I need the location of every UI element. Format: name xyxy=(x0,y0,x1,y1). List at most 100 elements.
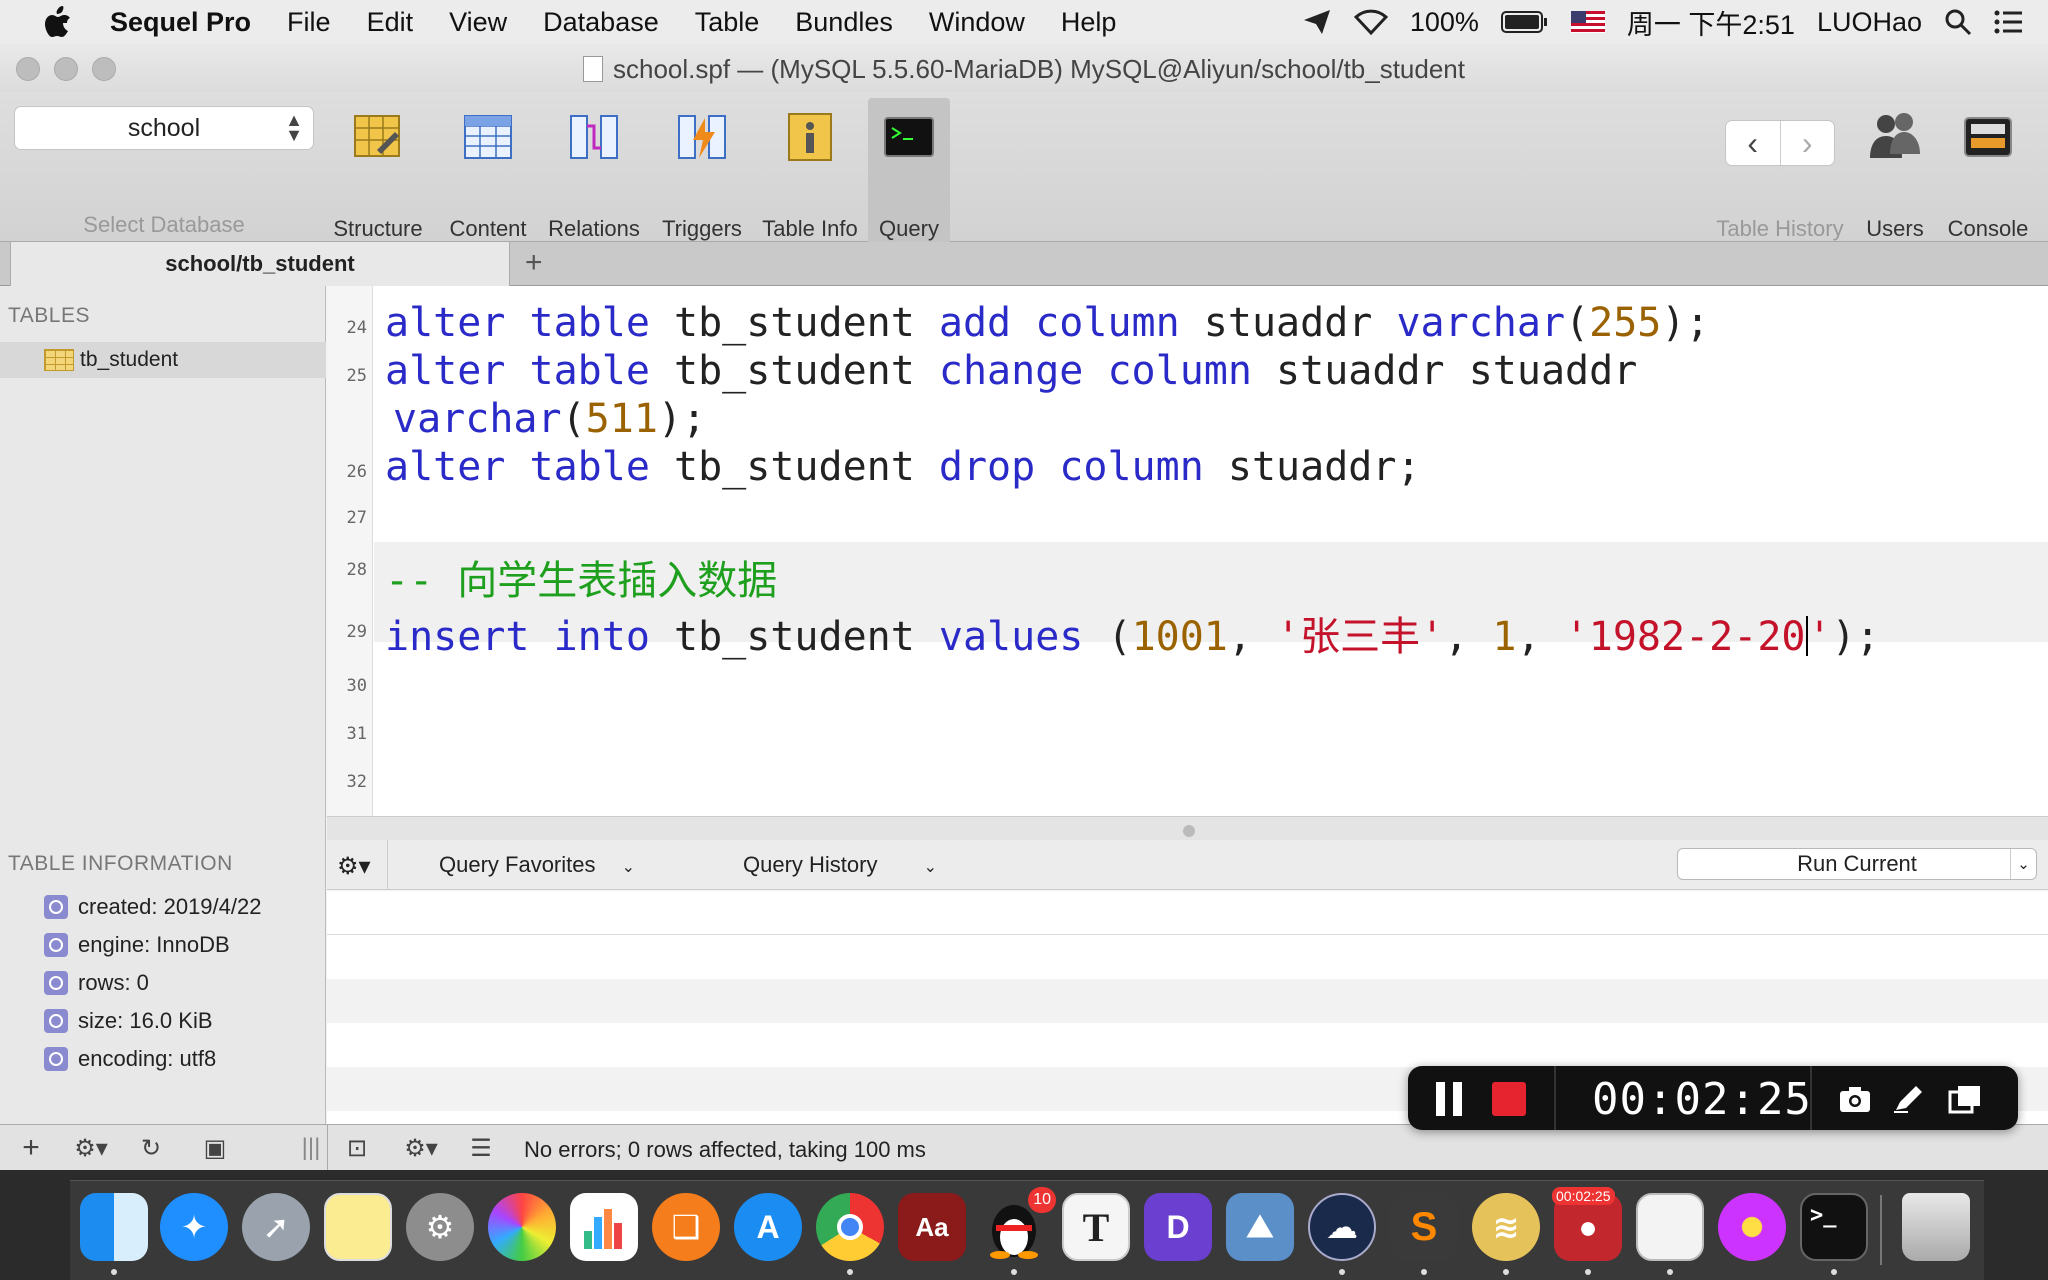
add-table-button[interactable]: + xyxy=(14,1131,48,1164)
query-bar: ⚙▾ Query Favorites ⌄ Query History ⌄ Run… xyxy=(327,840,2048,890)
relations-button[interactable]: Relations xyxy=(540,98,648,248)
query-history-dropdown[interactable]: Query History ⌄ xyxy=(743,852,937,878)
battery-icon[interactable] xyxy=(1500,10,1549,34)
add-tab-button[interactable]: + xyxy=(525,246,543,280)
screen-recorder-icon[interactable]: ● 00:02:25 xyxy=(1552,1187,1622,1261)
menu-file[interactable]: File xyxy=(287,7,331,38)
textedit-icon[interactable] xyxy=(1636,1193,1704,1261)
line-number-gutter: 24 25 26 27 28 29 30 31 32 xyxy=(327,286,373,816)
database-select[interactable]: school ▲ ▼ xyxy=(14,106,314,150)
menu-user[interactable]: LUOHao xyxy=(1817,7,1922,38)
message-log-icon[interactable]: ☰ xyxy=(464,1133,498,1163)
books-icon[interactable]: ❑ xyxy=(652,1193,720,1261)
finder-icon[interactable] xyxy=(80,1193,148,1261)
menu-bundles[interactable]: Bundles xyxy=(795,7,893,38)
toggle-panel-icon[interactable]: ⊡ xyxy=(340,1133,374,1163)
code-line-29: insert into tb_student values (1001, '张三… xyxy=(385,614,1880,660)
console-button[interactable]: Console xyxy=(1940,98,2036,248)
us-flag-icon[interactable] xyxy=(1570,11,1605,33)
info-encoding: encoding: utf8 xyxy=(44,1046,216,1072)
gear-menu-icon[interactable]: ⚙▾ xyxy=(337,852,371,881)
content-icon xyxy=(464,115,512,159)
typora-icon[interactable]: T xyxy=(1062,1193,1130,1261)
running-indicator xyxy=(1667,1269,1673,1275)
trash-icon[interactable] xyxy=(1902,1193,1970,1261)
window-mode-icon[interactable] xyxy=(1948,1084,1982,1114)
notes-icon[interactable] xyxy=(324,1193,392,1261)
run-current-button[interactable]: Run Current ⌄ xyxy=(1677,848,2037,880)
terminal-icon xyxy=(884,117,934,157)
chevron-down-icon: ⌄ xyxy=(923,859,938,876)
wifi-icon[interactable] xyxy=(1353,9,1388,35)
sequel-pro-icon[interactable]: ≋ xyxy=(1472,1193,1540,1261)
safari-icon[interactable]: ✦ xyxy=(160,1193,228,1261)
camera-icon[interactable] xyxy=(1838,1084,1872,1114)
app-store-icon[interactable]: A xyxy=(734,1193,802,1261)
terminal-dock-icon[interactable]: >_ xyxy=(1800,1193,1868,1261)
query-button[interactable]: Query xyxy=(868,98,950,248)
preview-icon[interactable]: ⛰ xyxy=(1226,1193,1294,1261)
flower-app-icon[interactable] xyxy=(1718,1193,1786,1261)
apple-icon[interactable] xyxy=(40,4,76,40)
menu-app-name[interactable]: Sequel Pro xyxy=(110,7,251,38)
menu-edit[interactable]: Edit xyxy=(367,7,414,38)
split-drag-handle-icon[interactable]: ||| xyxy=(296,1133,326,1163)
pause-recording-button[interactable] xyxy=(1434,1082,1464,1116)
dock-divider xyxy=(1880,1195,1882,1265)
info-size: size: 16.0 KiB xyxy=(44,1008,213,1034)
users-icon xyxy=(1870,113,1920,158)
qq-icon[interactable]: 10 xyxy=(980,1187,1056,1261)
dock: ✦ ➚ ⚙ ❑ A Aa 10 T D ⛰ ☁ S ≋ ● 00:02:25 >_ xyxy=(70,1180,1984,1280)
structure-icon xyxy=(354,115,400,157)
line-number: 26 xyxy=(346,462,367,482)
running-indicator xyxy=(1831,1269,1837,1275)
screen-recorder-overlay: 00:02:25 xyxy=(1408,1066,2018,1130)
users-button[interactable]: Users xyxy=(1860,98,1930,248)
dash-icon[interactable]: D xyxy=(1144,1193,1212,1261)
stop-recording-button[interactable] xyxy=(1492,1082,1526,1116)
structure-button[interactable]: Structure xyxy=(330,98,426,248)
dictionary-icon[interactable]: Aa xyxy=(898,1193,966,1261)
triggers-button[interactable]: Triggers xyxy=(652,98,752,248)
menu-clock[interactable]: 周一 下午2:51 xyxy=(1627,3,1795,42)
info-bullet-icon xyxy=(44,933,68,957)
content-button[interactable]: Content xyxy=(440,98,536,248)
chrome-icon[interactable] xyxy=(816,1193,884,1261)
filter-toggle-icon[interactable]: ▣ xyxy=(198,1133,232,1163)
info-bullet-icon xyxy=(44,1047,68,1071)
line-number: 32 xyxy=(346,772,367,792)
status-bar: + ⚙▾ ↻ ▣ ||| ⊡ ⚙▾ ☰ No errors; 0 rows af… xyxy=(0,1124,2048,1170)
battery-percent[interactable]: 100% xyxy=(1410,7,1479,38)
table-information-header: TABLE INFORMATION xyxy=(8,852,233,875)
query-favorites-dropdown[interactable]: Query Favorites ⌄ xyxy=(439,852,635,878)
run-options-chevron-icon[interactable]: ⌄ xyxy=(2010,849,2036,879)
sublime-text-icon[interactable]: S xyxy=(1390,1193,1458,1261)
table-info-button[interactable]: Table Info xyxy=(756,98,864,248)
launchpad-icon[interactable]: ➚ xyxy=(242,1193,310,1261)
photos-icon[interactable] xyxy=(488,1193,556,1261)
sidebar-item-tb-student[interactable]: tb_student xyxy=(0,342,326,378)
menu-table[interactable]: Table xyxy=(695,7,760,38)
menu-database[interactable]: Database xyxy=(543,7,659,38)
table-icon xyxy=(44,349,74,371)
menu-view[interactable]: View xyxy=(449,7,507,38)
notification-center-icon[interactable] xyxy=(1994,10,2022,34)
query-editor[interactable]: 24 25 26 27 28 29 30 31 32 alter table t… xyxy=(327,286,2048,816)
menu-help[interactable]: Help xyxy=(1061,7,1117,38)
send-icon[interactable] xyxy=(1302,8,1332,36)
system-preferences-icon[interactable]: ⚙ xyxy=(406,1193,474,1261)
running-indicator xyxy=(111,1269,117,1275)
editor-results-splitter[interactable] xyxy=(327,816,2048,840)
table-actions-gear-icon[interactable]: ⚙▾ xyxy=(66,1133,116,1163)
refresh-icon[interactable]: ↻ xyxy=(134,1133,168,1163)
menu-window[interactable]: Window xyxy=(929,7,1025,38)
query-actions-gear-icon[interactable]: ⚙▾ xyxy=(396,1133,446,1163)
tab-school-tb-student[interactable]: school/tb_student xyxy=(10,242,510,286)
splitter-grip-icon[interactable] xyxy=(1183,825,1195,837)
pen-icon[interactable] xyxy=(1892,1084,1926,1114)
cloud-app-icon[interactable]: ☁ xyxy=(1308,1193,1376,1261)
title-bar: school.spf — (MySQL 5.5.60-MariaDB) MySQ… xyxy=(0,44,2048,92)
numbers-icon[interactable] xyxy=(570,1193,638,1261)
document-icon xyxy=(583,56,603,82)
spotlight-search-icon[interactable] xyxy=(1944,8,1972,36)
